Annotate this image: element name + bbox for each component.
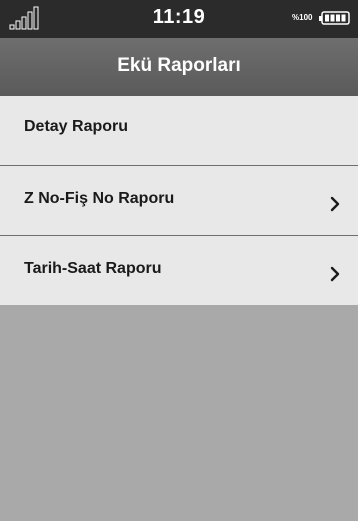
status-bar: 11:19 %100 [0,0,358,38]
menu-item-z-no-fis-no-raporu[interactable]: Z No-Fiş No Raporu [0,166,358,236]
battery-percent: %100 [292,13,313,22]
chevron-right-icon [330,196,340,212]
page-title: Ekü Raporları [117,55,241,76]
empty-content-area [0,305,358,521]
menu-item-label: Tarih-Saat Raporu [24,260,162,277]
chevron-right-icon [330,266,340,282]
battery-full-icon [319,11,350,25]
menu-item-detay-raporu[interactable]: Detay Raporu [0,96,358,166]
menu-item-tarih-saat-raporu[interactable]: Tarih-Saat Raporu [0,236,358,305]
report-menu: Detay Raporu Z No-Fiş No Raporu Tarih-Sa… [0,96,358,305]
device-screen: 11:19 %100 Ekü Raporları Detay Raporu Z … [0,0,358,521]
title-bar: Ekü Raporları [0,38,358,96]
menu-item-label: Z No-Fiş No Raporu [24,190,175,207]
menu-item-label: Detay Raporu [24,118,129,135]
